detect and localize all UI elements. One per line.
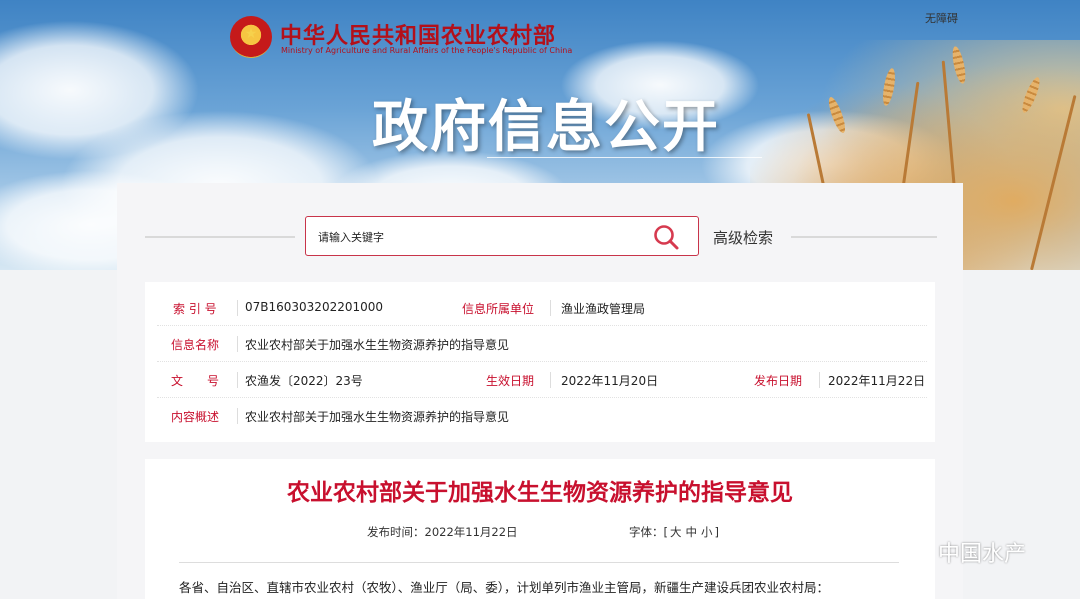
font-size-bracket: ] — [714, 525, 720, 539]
main-content-card: 高级检索 索 引 号 07B160303202201000 信息所属单位 渔业渔… — [117, 183, 963, 599]
org-label: 信息所属单位 — [462, 302, 535, 316]
search-bar-row: 高级检索 — [117, 183, 963, 283]
effective-date-value: 2022年11月20日 — [561, 374, 659, 388]
section-title: 政府信息公开 — [372, 94, 720, 160]
article-divider — [179, 562, 899, 563]
column-divider — [550, 300, 551, 316]
divider-line — [145, 236, 295, 238]
summary-value: 农业农村部关于加强水生生物资源养护的指导意见 — [245, 410, 510, 424]
doc-number-label: 文 号 — [171, 374, 220, 388]
index-label: 索 引 号 — [173, 302, 217, 316]
publish-date-label: 发布日期 — [754, 374, 803, 388]
column-divider — [237, 408, 238, 424]
index-value: 07B160303202201000 — [245, 300, 384, 314]
article-title: 农业农村部关于加强水生生物资源养护的指导意见 — [287, 480, 793, 506]
info-row: 信息名称 农业农村部关于加强水生生物资源养护的指导意见 — [157, 326, 927, 362]
publish-date-value: 2022年11月22日 — [828, 374, 926, 388]
star-icon: ★ — [244, 26, 258, 42]
accessibility-link[interactable]: 无障碍 — [925, 10, 958, 26]
font-medium-button[interactable]: 中 — [684, 525, 700, 539]
title-underline — [487, 157, 762, 158]
article-publish-time: 发布时间：2022年11月22日 — [367, 525, 518, 539]
column-divider — [237, 336, 238, 352]
font-size-label: 字体：[ — [629, 525, 668, 539]
search-icon[interactable] — [652, 223, 680, 251]
name-value: 农业农村部关于加强水生生物资源养护的指导意见 — [245, 338, 510, 352]
column-divider — [819, 372, 820, 388]
font-size-control: 字体：[大中小] — [629, 524, 719, 540]
doc-number-value: 农渔发〔2022〕23号 — [245, 374, 363, 388]
info-row: 索 引 号 07B160303202201000 信息所属单位 渔业渔政管理局 — [157, 290, 927, 326]
watermark: 中国水产 — [890, 536, 1026, 568]
font-small-button[interactable]: 小 — [699, 525, 715, 539]
document-info-table: 索 引 号 07B160303202201000 信息所属单位 渔业渔政管理局 … — [145, 282, 935, 442]
info-row: 文 号 农渔发〔2022〕23号 生效日期 2022年11月20日 发布日期 2… — [157, 362, 927, 398]
search-box — [305, 216, 699, 256]
info-row: 内容概述 农业农村部关于加强水生生物资源养护的指导意见 — [157, 398, 927, 434]
column-divider — [550, 372, 551, 388]
article-section: 农业农村部关于加强水生生物资源养护的指导意见 发布时间：2022年11月22日 … — [145, 459, 935, 599]
org-value: 渔业渔政管理局 — [561, 302, 646, 316]
wechat-icon — [892, 539, 931, 565]
name-label: 信息名称 — [171, 338, 220, 352]
article-body-text: 各省、自治区、直辖市农业农村（农牧）、渔业厅（局、委），计划单列市渔业主管局，新… — [179, 580, 830, 595]
divider-line — [791, 236, 937, 238]
ministry-name-en: Ministry of Agriculture and Rural Affair… — [281, 46, 573, 55]
effective-date-label: 生效日期 — [486, 374, 535, 388]
advanced-search-link[interactable]: 高级检索 — [713, 227, 773, 248]
watermark-text: 中国水产 — [938, 542, 1027, 567]
search-input[interactable] — [318, 227, 638, 247]
national-emblem-logo[interactable]: ★ — [230, 16, 272, 58]
summary-label: 内容概述 — [171, 410, 220, 424]
font-large-button[interactable]: 大 — [668, 525, 684, 539]
column-divider — [237, 372, 238, 388]
column-divider — [237, 300, 238, 316]
